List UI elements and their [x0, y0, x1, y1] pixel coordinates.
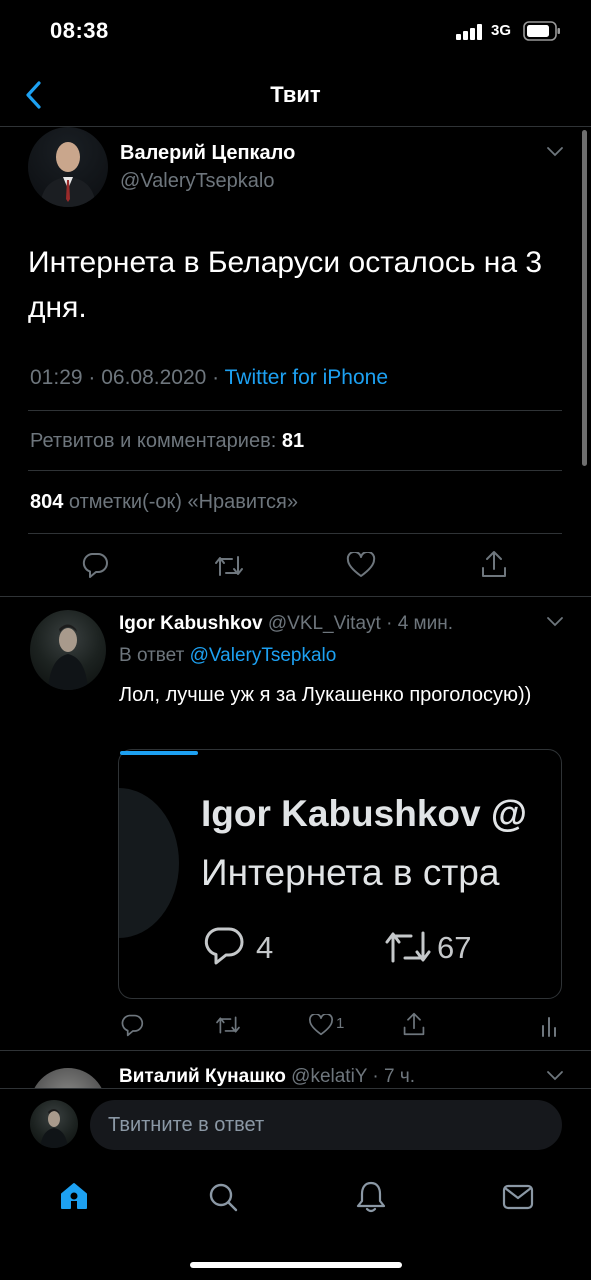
- media-image[interactable]: Igor Kabushkov @ Интернета в стра 4 67: [118, 749, 562, 999]
- author-handle[interactable]: @VKL_Vitayt: [263, 613, 381, 634]
- chevron-down-icon[interactable]: [546, 1070, 564, 1082]
- reply-to-label: В ответ: [119, 645, 190, 666]
- reply-to: В ответ @ValeryTsepkalo: [119, 645, 336, 667]
- avatar[interactable]: [30, 1100, 78, 1148]
- reply-item[interactable]: Виталий Кунашко @kelatiY · 7 ч.: [0, 1052, 591, 1088]
- tweet-time: 01:29 · 06.08.2020 ·: [30, 366, 225, 389]
- chevron-down-icon[interactable]: [546, 146, 564, 158]
- tweet-text: Интернета в Беларуси осталось на 3 дня.: [28, 246, 543, 324]
- media-retweet-count: 67: [437, 930, 472, 965]
- analytics-icon[interactable]: [540, 1014, 558, 1038]
- media-reply-count: 4: [256, 930, 274, 965]
- reply-text: Лол, лучше уж я за Лукашенко проголосую)…: [119, 684, 532, 706]
- composer-divider: [0, 1088, 591, 1089]
- divider: [0, 596, 591, 597]
- likes-stat[interactable]: 804 отметки(-ок) «Нравится»: [30, 491, 298, 514]
- divider: [28, 410, 562, 411]
- media-retweet-icon: [383, 928, 433, 966]
- media-author-name: Igor Kabushkov @: [201, 793, 527, 834]
- media-progress-bar: [120, 751, 198, 755]
- search-icon[interactable]: [207, 1181, 239, 1213]
- retweets-count: 81: [281, 430, 305, 452]
- status-time: 08:38: [50, 18, 109, 43]
- messages-icon[interactable]: [502, 1183, 534, 1211]
- reply-time: · 7 ч.: [367, 1066, 416, 1087]
- author-handle[interactable]: @kelatiY: [286, 1066, 367, 1087]
- media-blur: [119, 788, 179, 938]
- signal-icon: [456, 24, 484, 40]
- avatar[interactable]: [30, 1068, 106, 1088]
- reply-input[interactable]: [90, 1100, 562, 1150]
- like-count: 1: [336, 1015, 345, 1032]
- divider: [28, 470, 562, 471]
- media-text: Интернета в стра: [201, 852, 500, 893]
- tweet-meta: 01:29 · 06.08.2020 · Twitter for iPhone: [30, 366, 388, 390]
- reply-time: · 4 мин.: [380, 613, 453, 634]
- chevron-down-icon[interactable]: [546, 616, 564, 628]
- like-icon[interactable]: [308, 1014, 334, 1036]
- notifications-icon[interactable]: [355, 1180, 387, 1214]
- retweet-icon[interactable]: [213, 553, 245, 579]
- tweet-source-link[interactable]: Twitter for iPhone: [225, 366, 388, 389]
- header-divider: [0, 126, 591, 127]
- scrollbar[interactable]: [582, 130, 587, 466]
- author-handle[interactable]: @ValeryTsepkalo: [120, 170, 274, 193]
- retweets-stat[interactable]: Ретвитов и комментариев: 81: [30, 430, 304, 453]
- author-name[interactable]: Igor Kabushkov: [119, 613, 263, 634]
- divider: [28, 533, 562, 534]
- share-icon[interactable]: [480, 549, 508, 579]
- likes-count: 804: [30, 491, 64, 513]
- battery-icon: [523, 21, 561, 41]
- avatar[interactable]: [28, 127, 108, 207]
- page-title: Твит: [270, 82, 321, 107]
- reply-to-handle[interactable]: @ValeryTsepkalo: [190, 645, 337, 666]
- like-icon[interactable]: [346, 552, 376, 578]
- reply-header: Igor Kabushkov @VKL_Vitayt · 4 мин.: [119, 613, 453, 635]
- reply-header: Виталий Кунашко @kelatiY · 7 ч.: [119, 1066, 415, 1088]
- network-type: 3G: [491, 22, 512, 39]
- home-icon[interactable]: [58, 1180, 90, 1212]
- home-indicator[interactable]: [190, 1262, 402, 1268]
- avatar[interactable]: [30, 610, 106, 690]
- share-icon[interactable]: [402, 1011, 426, 1037]
- likes-label: отметки(-ок) «Нравится»: [63, 491, 298, 513]
- reply-icon[interactable]: [120, 1013, 144, 1037]
- author-name[interactable]: Валерий Цепкало: [120, 142, 295, 165]
- divider: [0, 1050, 591, 1051]
- media-reply-icon: [203, 926, 245, 966]
- reply-icon[interactable]: [81, 551, 109, 579]
- author-name[interactable]: Виталий Кунашко: [119, 1066, 286, 1087]
- retweet-icon[interactable]: [214, 1014, 242, 1036]
- retweets-label: Ретвитов и комментариев:: [30, 430, 282, 452]
